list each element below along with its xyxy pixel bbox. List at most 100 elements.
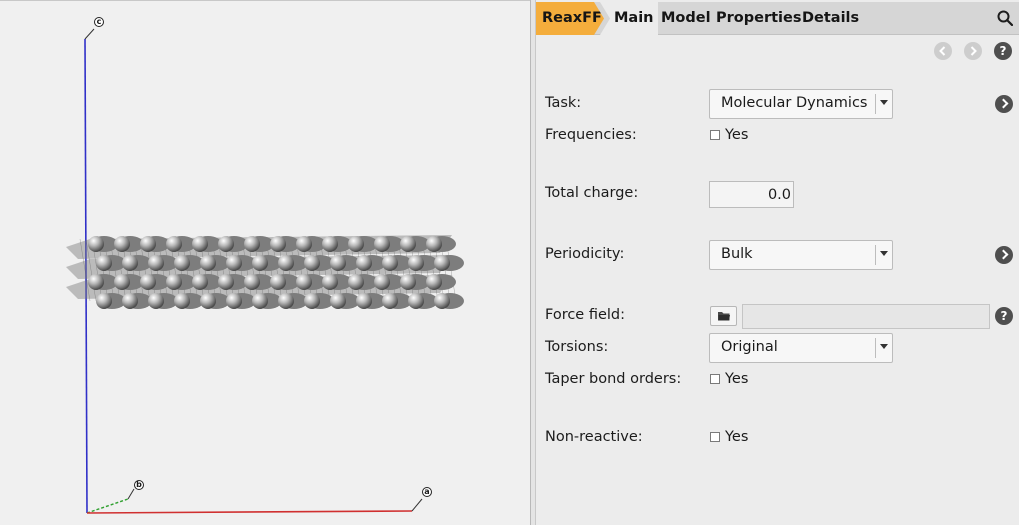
atom bbox=[192, 274, 208, 290]
task-details-button[interactable] bbox=[995, 95, 1013, 113]
task-select[interactable]: Molecular Dynamics bbox=[709, 89, 893, 119]
tab-main[interactable]: Main bbox=[600, 2, 658, 35]
combo-separator bbox=[875, 338, 876, 358]
tab-bar: ReaxFF Main Model Properties Details bbox=[536, 2, 1019, 35]
atom bbox=[174, 255, 190, 271]
atom bbox=[322, 274, 338, 290]
combo-separator bbox=[875, 245, 876, 265]
atom bbox=[200, 255, 216, 271]
atom bbox=[114, 274, 130, 290]
atom bbox=[304, 255, 320, 271]
folder-icon bbox=[718, 312, 730, 321]
atom bbox=[304, 293, 320, 309]
atom bbox=[374, 274, 390, 290]
frequencies-checkbox-label: Yes bbox=[725, 127, 749, 143]
atom bbox=[408, 255, 424, 271]
atom bbox=[356, 255, 372, 271]
atom bbox=[270, 274, 286, 290]
atom bbox=[382, 293, 398, 309]
dropdown-arrow-icon bbox=[880, 344, 888, 349]
help-button[interactable]: ? bbox=[994, 42, 1012, 60]
a-axis-leader bbox=[411, 498, 423, 512]
atom bbox=[166, 236, 182, 252]
dropdown-arrow-icon bbox=[880, 251, 888, 256]
atom bbox=[426, 274, 442, 290]
checkbox-box[interactable] bbox=[710, 130, 720, 140]
atom bbox=[114, 236, 130, 252]
tab-details[interactable]: Details bbox=[802, 2, 859, 35]
atom bbox=[140, 236, 156, 252]
atom bbox=[218, 236, 234, 252]
atom bbox=[148, 255, 164, 271]
atom bbox=[322, 236, 338, 252]
atom bbox=[122, 293, 138, 309]
forward-button[interactable] bbox=[964, 42, 982, 60]
chevron-left-icon bbox=[939, 46, 946, 56]
c-axis-leader bbox=[84, 28, 95, 40]
atom bbox=[330, 255, 346, 271]
atom bbox=[278, 255, 294, 271]
checkbox-box[interactable] bbox=[710, 374, 720, 384]
atom bbox=[244, 236, 260, 252]
atom bbox=[226, 255, 242, 271]
chevron-right-icon bbox=[970, 46, 977, 56]
atom bbox=[330, 293, 346, 309]
atom bbox=[400, 274, 416, 290]
atom bbox=[296, 236, 312, 252]
atom bbox=[122, 255, 138, 271]
tab-model[interactable]: Model bbox=[661, 2, 711, 35]
atom bbox=[148, 293, 164, 309]
b-axis-leader bbox=[127, 488, 135, 500]
periodicity-details-button[interactable] bbox=[995, 246, 1013, 264]
force-field-input[interactable] bbox=[742, 304, 990, 329]
axis-b-label: b bbox=[134, 480, 144, 490]
non-reactive-label: Non-reactive: bbox=[545, 429, 643, 445]
force-field-help-button[interactable]: ? bbox=[995, 307, 1013, 325]
settings-panel: ReaxFF Main Model Properties Details ? T… bbox=[536, 0, 1019, 525]
taper-bond-orders-label: Taper bond orders: bbox=[545, 371, 682, 387]
periodicity-label: Periodicity: bbox=[545, 246, 625, 262]
checkbox-box[interactable] bbox=[710, 432, 720, 442]
molecule-viewport[interactable]: c b a bbox=[0, 0, 530, 525]
atom bbox=[140, 274, 156, 290]
combo-separator bbox=[875, 94, 876, 114]
atom bbox=[192, 236, 208, 252]
molecule-scene[interactable] bbox=[0, 1, 530, 525]
task-value: Molecular Dynamics bbox=[721, 95, 868, 111]
atom bbox=[88, 274, 104, 290]
browse-button[interactable] bbox=[710, 306, 737, 326]
atom bbox=[88, 236, 104, 252]
torsions-select[interactable]: Original bbox=[709, 333, 893, 363]
back-button[interactable] bbox=[934, 42, 952, 60]
atom bbox=[270, 236, 286, 252]
atom bbox=[166, 274, 182, 290]
atom bbox=[434, 293, 450, 309]
atom bbox=[426, 236, 442, 252]
atom bbox=[244, 274, 260, 290]
torsions-value: Original bbox=[721, 339, 778, 355]
atom bbox=[96, 293, 112, 309]
task-label: Task: bbox=[545, 95, 582, 111]
atom bbox=[434, 255, 450, 271]
atom bbox=[400, 236, 416, 252]
atom bbox=[408, 293, 424, 309]
atom bbox=[356, 293, 372, 309]
atom bbox=[348, 274, 364, 290]
atom bbox=[218, 274, 234, 290]
periodicity-select[interactable]: Bulk bbox=[709, 240, 893, 270]
torsions-label: Torsions: bbox=[545, 339, 609, 355]
atom bbox=[374, 236, 390, 252]
atom bbox=[200, 293, 216, 309]
atom bbox=[252, 293, 268, 309]
axis-c-label: c bbox=[94, 17, 104, 27]
tab-reaxff[interactable]: ReaxFF bbox=[536, 2, 604, 35]
total-charge-label: Total charge: bbox=[545, 185, 639, 201]
axis-a-label: a bbox=[422, 487, 432, 497]
search-icon[interactable] bbox=[997, 10, 1013, 26]
periodicity-value: Bulk bbox=[721, 246, 753, 262]
tab-properties[interactable]: Properties bbox=[716, 2, 801, 35]
total-charge-input[interactable] bbox=[709, 181, 794, 208]
atom bbox=[96, 255, 112, 271]
a-axis-line bbox=[86, 510, 413, 514]
taper-checkbox-label: Yes bbox=[725, 371, 749, 387]
